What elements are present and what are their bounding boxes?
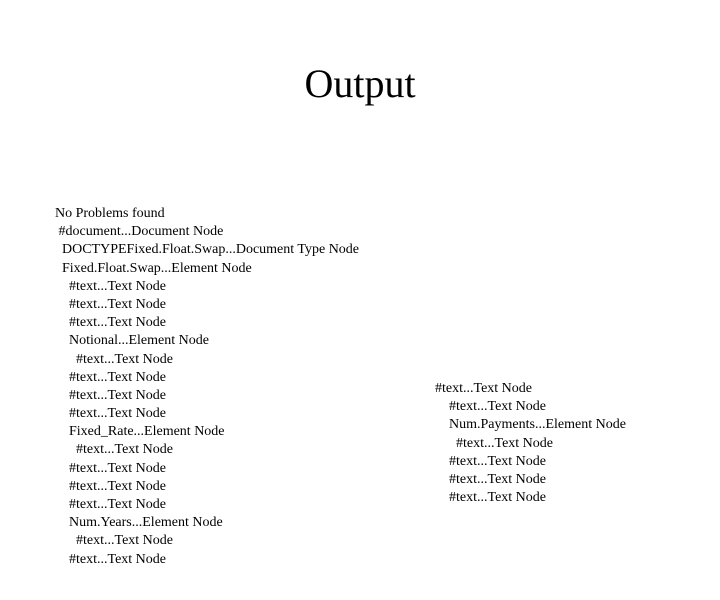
page-title: Output [0, 60, 720, 107]
output-tree-right: #text...Text Node #text...Text Node Num.… [435, 380, 626, 507]
output-tree-left: No Problems found #document...Document N… [55, 205, 359, 569]
